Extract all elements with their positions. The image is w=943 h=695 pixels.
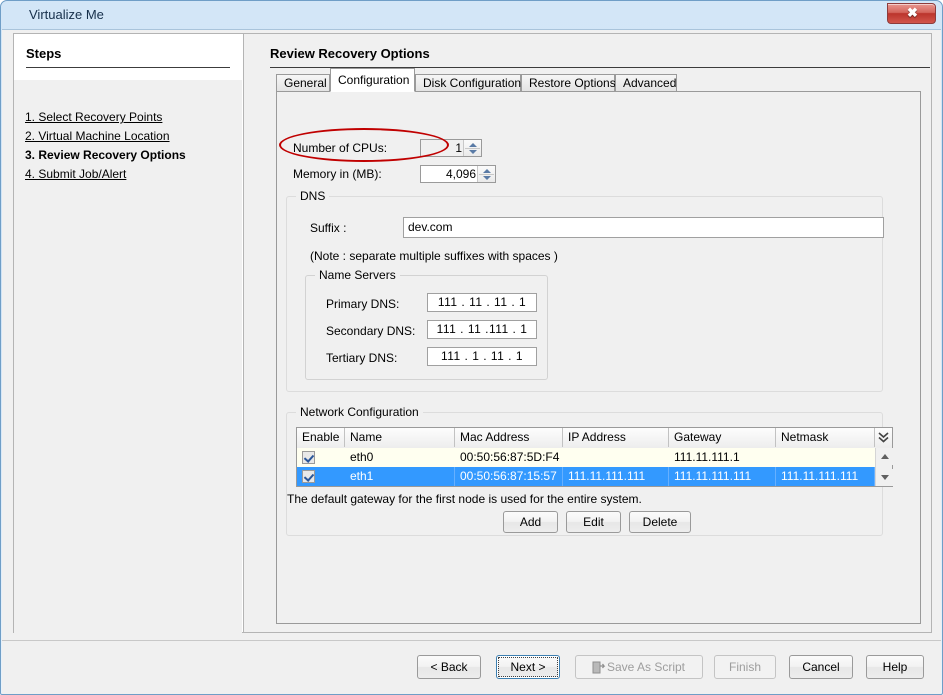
finish-button: Finish [714,655,776,679]
column-header-enable[interactable]: Enable [297,428,345,447]
cell-name: eth0 [345,448,455,467]
row-enable-checkbox[interactable] [302,451,315,464]
cpu-spinner-buttons[interactable] [463,140,481,156]
triangle-down-icon [881,475,889,480]
row-enable-checkbox[interactable] [302,470,315,483]
cancel-button[interactable]: Cancel [789,655,853,679]
steps-sidebar-body [14,80,242,633]
memory-label: Memory in (MB): [293,167,382,181]
dns-group-title: DNS [296,189,329,203]
steps-sidebar: Steps 1. Select Recovery Points 2. Virtu… [13,33,243,633]
save-as-script-button: Save As Script [575,655,703,679]
sidebar-item-submit-job-alert[interactable]: 4. Submit Job/Alert [25,167,126,181]
network-table-scrollbar[interactable] [875,448,892,486]
cpu-spinner[interactable]: 1 [420,139,482,157]
cell-mac-address: 00:50:56:87:5D:F4 [455,448,563,467]
title-bar: Virtualize Me ✖ [1,1,942,29]
cell-ip-address [563,448,669,467]
add-button[interactable]: Add [503,511,558,533]
table-row[interactable]: eth1 00:50:56:87:15:57 111.11.111.111 11… [297,467,892,486]
column-chooser-button[interactable] [875,428,892,447]
cell-netmask: 111.11.111.111 [776,467,875,486]
column-header-netmask[interactable]: Netmask [776,428,875,447]
tab-configuration[interactable]: Configuration [330,68,415,92]
steps-heading: Steps [26,46,61,61]
network-table-header: Enable Name Mac Address IP Address Gatew… [297,428,892,449]
cancel-button-label: Cancel [802,660,839,674]
steps-heading-divider [26,67,230,68]
triangle-up-icon [881,454,889,459]
cpu-value: 1 [455,141,462,156]
tab-disk-configuration[interactable]: Disk Configuration [415,74,521,92]
save-as-script-label: Save As Script [607,660,685,674]
network-table[interactable]: Enable Name Mac Address IP Address Gatew… [296,427,893,487]
sidebar-item-review-recovery-options: 3. Review Recovery Options [25,148,186,162]
chevron-down-icon [483,176,491,180]
network-configuration-group-title: Network Configuration [296,405,423,419]
column-header-ip-address[interactable]: IP Address [563,428,669,447]
cell-mac-address: 00:50:56:87:15:57 [455,467,563,486]
tab-restore-options[interactable]: Restore Options [521,74,615,92]
page-title: Review Recovery Options [270,46,430,61]
column-header-name[interactable]: Name [345,428,455,447]
dns-group: DNS Suffix : dev.com (Note : separate mu… [286,196,883,392]
chevron-double-down-icon [875,428,892,447]
cell-name: eth1 [345,467,455,486]
next-button[interactable]: Next > [496,655,560,679]
primary-dns-label: Primary DNS: [326,297,399,311]
name-servers-group: Name Servers Primary DNS: 111 . 11 . 11 … [305,275,548,380]
tertiary-dns-input[interactable]: 111 . 1 . 11 . 1 [427,347,537,366]
cell-gateway: 111.11.111.1 [669,448,776,467]
memory-spinner[interactable]: 4,096 [420,165,496,183]
column-header-gateway[interactable]: Gateway [669,428,776,447]
chevron-down-icon [469,150,477,154]
sidebar-item-select-recovery-points[interactable]: 1. Select Recovery Points [25,110,162,124]
scroll-down-button[interactable] [876,469,893,486]
save-script-icon [591,660,606,675]
tab-general[interactable]: General [276,74,330,92]
dns-suffix-input[interactable]: dev.com [403,217,884,238]
cell-netmask [776,448,875,467]
dns-suffix-label: Suffix : [310,221,346,235]
network-hint-text: The default gateway for the first node i… [287,492,642,506]
secondary-dns-label: Secondary DNS: [326,324,415,338]
application-window: Virtualize Me ✖ Steps 1. Select Recovery… [0,0,943,695]
focus-ring [498,657,558,677]
tertiary-dns-label: Tertiary DNS: [326,351,397,365]
scroll-up-button[interactable] [876,448,893,465]
chevron-up-icon [469,143,477,147]
back-button-label: < Back [430,660,467,674]
window-client-area: Steps 1. Select Recovery Points 2. Virtu… [2,29,941,695]
content-panel: Review Recovery Options General Configur… [243,33,932,633]
name-servers-group-title: Name Servers [315,268,400,282]
network-configuration-group: Network Configuration Enable Name Mac Ad… [286,412,883,536]
cell-gateway: 111.11.111.111 [669,467,776,486]
table-row[interactable]: eth0 00:50:56:87:5D:F4 111.11.111.1 [297,448,892,467]
window-title: Virtualize Me [29,7,104,22]
memory-value: 4,096 [446,167,476,182]
back-button[interactable]: < Back [417,655,481,679]
finish-button-label: Finish [729,660,761,674]
help-button-label: Help [883,660,908,674]
footer-button-bar: < Back Next > Save As Script Finish Canc… [2,641,941,695]
sidebar-item-virtual-machine-location[interactable]: 2. Virtual Machine Location [25,129,170,143]
secondary-dns-input[interactable]: 111 . 11 .111 . 1 [427,320,537,339]
edit-button[interactable]: Edit [566,511,621,533]
chevron-up-icon [483,169,491,173]
memory-spinner-buttons[interactable] [477,166,495,182]
configuration-tab-panel: Number of CPUs: 1 Memory in (MB): 4,096 [276,91,921,624]
help-button[interactable]: Help [866,655,924,679]
primary-dns-input[interactable]: 111 . 11 . 11 . 1 [427,293,537,312]
tab-strip: General Configuration Disk Configuration… [276,73,921,92]
close-icon: ✖ [888,5,937,21]
dns-suffix-note: (Note : separate multiple suffixes with … [310,249,558,263]
cpu-label: Number of CPUs: [293,141,387,155]
delete-button[interactable]: Delete [629,511,691,533]
column-header-mac-address[interactable]: Mac Address [455,428,563,447]
cell-ip-address: 111.11.111.111 [563,467,669,486]
tab-advanced[interactable]: Advanced [615,74,677,92]
close-button[interactable]: ✖ [887,3,936,24]
